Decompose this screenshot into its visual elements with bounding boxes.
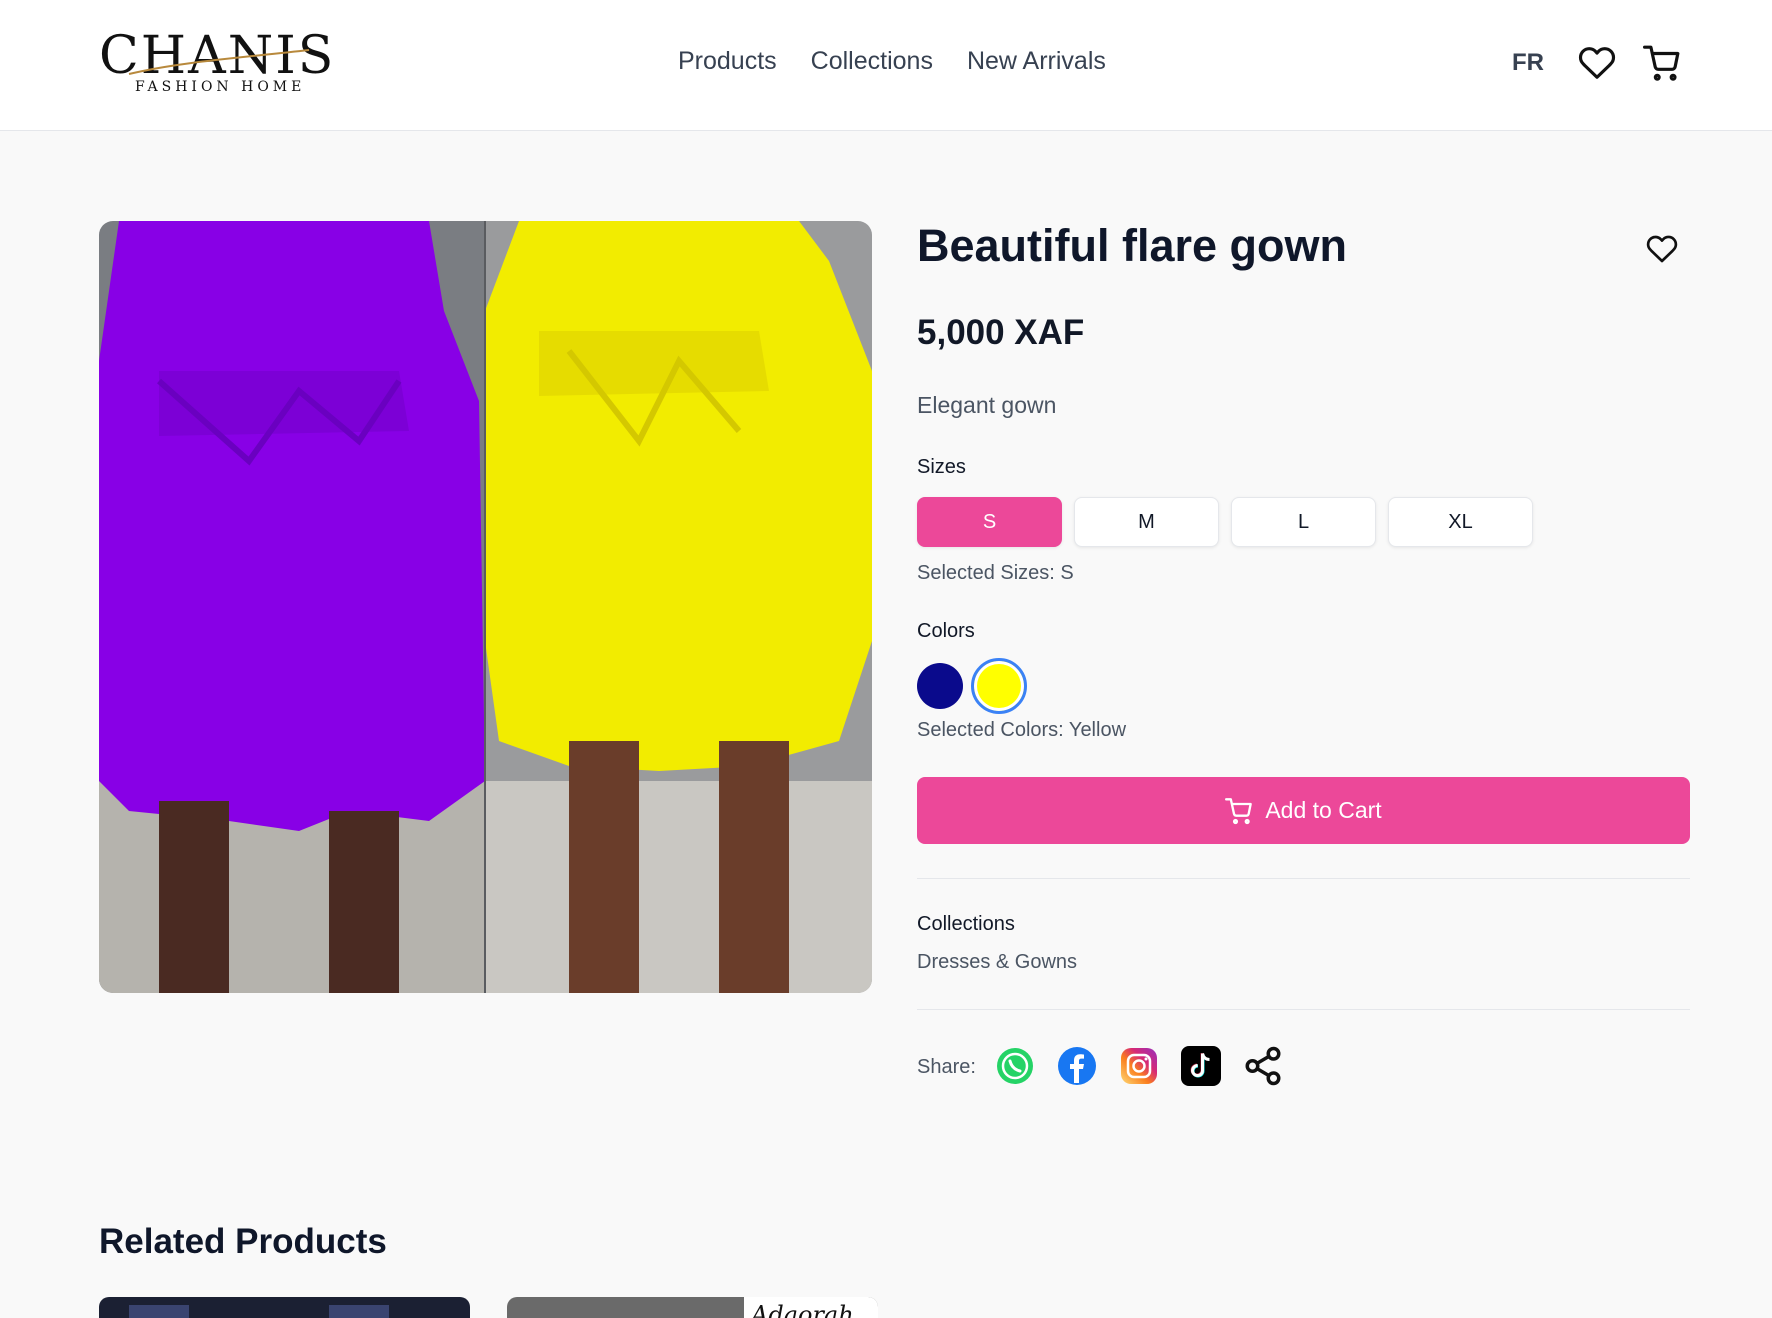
color-swatch-yellow[interactable] [971, 658, 1027, 714]
add-to-cart-label: Add to Cart [1265, 797, 1382, 823]
site-header: CHANIS FASHION HOME Products Collections… [0, 0, 1772, 131]
related-product-card[interactable]: Adaorah [507, 1297, 878, 1318]
size-option-xl[interactable]: XL [1388, 497, 1533, 547]
nav-item-products[interactable]: Products [678, 47, 777, 76]
collections-value[interactable]: Dresses & Gowns [917, 951, 1077, 974]
instagram-icon[interactable] [1118, 1045, 1160, 1087]
brand-tagline: FASHION HOME [135, 79, 306, 95]
dress-photo [99, 221, 872, 993]
size-option-m[interactable]: M [1074, 497, 1219, 547]
nav-item-new-arrivals[interactable]: New Arrivals [967, 47, 1106, 76]
colors-label: Colors [917, 620, 975, 642]
size-option-s[interactable]: S [917, 497, 1062, 547]
product-title: Beautiful flare gown [917, 220, 1348, 271]
share-label: Share: [917, 1056, 976, 1078]
size-options: S M L XL [917, 497, 1533, 547]
selected-sizes-text: Selected Sizes: S [917, 562, 1074, 584]
cart-icon [1225, 797, 1253, 824]
share-buttons [994, 1045, 1284, 1087]
product-description: Elegant gown [917, 392, 1057, 418]
selected-colors-text: Selected Colors: Yellow [917, 719, 1127, 741]
tiktok-icon[interactable] [1180, 1045, 1222, 1087]
share-icon[interactable] [1242, 1045, 1284, 1087]
nav-item-collections[interactable]: Collections [811, 47, 933, 76]
color-options [917, 658, 1027, 714]
product-image[interactable] [99, 221, 872, 993]
logo-swoosh-icon [128, 49, 310, 75]
related-card-caption: Adaorah [749, 1301, 854, 1318]
brand-logo[interactable]: CHANIS FASHION HOME [99, 30, 333, 96]
wishlist-heart-icon[interactable] [1578, 44, 1616, 82]
divider [917, 1009, 1690, 1010]
related-products-heading: Related Products [99, 1222, 387, 1261]
collections-label: Collections [917, 913, 1015, 935]
language-switcher[interactable]: FR [1512, 49, 1544, 77]
related-product-image: Adaorah [507, 1297, 878, 1318]
main-nav: Products Collections New Arrivals [678, 47, 1106, 76]
divider [917, 878, 1690, 879]
add-to-cart-button[interactable]: Add to Cart [917, 777, 1690, 844]
facebook-icon[interactable] [1056, 1045, 1098, 1087]
sizes-label: Sizes [917, 456, 966, 478]
cart-icon[interactable] [1643, 44, 1681, 82]
color-swatch-navy[interactable] [917, 663, 963, 709]
related-product-card[interactable] [99, 1297, 470, 1318]
product-price: 5,000 XAF [917, 313, 1085, 352]
size-option-l[interactable]: L [1231, 497, 1376, 547]
whatsapp-icon[interactable] [994, 1045, 1036, 1087]
related-product-image [99, 1297, 470, 1318]
add-to-wishlist-heart-icon[interactable] [1645, 233, 1679, 265]
